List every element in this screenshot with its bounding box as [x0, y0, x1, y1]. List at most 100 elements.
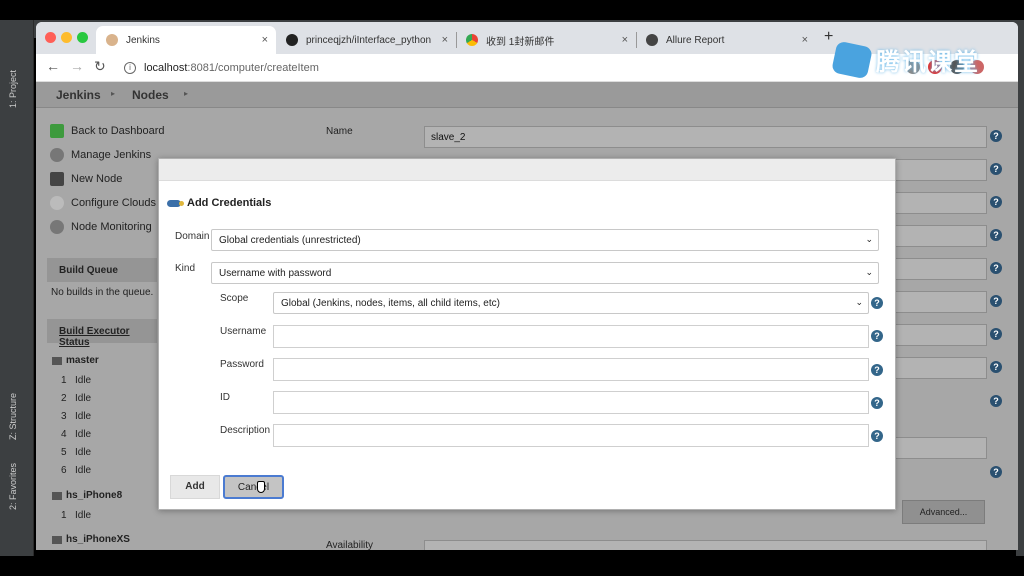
tab-label: Jenkins: [126, 34, 160, 46]
forward-arrow-icon[interactable]: →: [70, 58, 84, 74]
cancel-button[interactable]: Cancel: [223, 475, 284, 499]
sidebar-item-node-monitoring[interactable]: Node Monitoring: [50, 220, 152, 234]
executor-node-hs-iphonexs[interactable]: hs_iPhoneXS: [52, 534, 130, 545]
breadcrumb-nodes[interactable]: Nodes: [132, 88, 169, 102]
new-tab-button[interactable]: +: [824, 28, 833, 46]
scope-select[interactable]: Global (Jenkins, nodes, items, all child…: [273, 292, 869, 314]
watermark-text: 腾讯课堂: [876, 49, 980, 76]
back-arrow-icon[interactable]: ←: [46, 58, 60, 74]
executor-number: 2: [61, 393, 67, 404]
add-credentials-dialog: Add Credentials Domain Global credential…: [158, 158, 896, 510]
breadcrumb-separator: ▸: [184, 89, 189, 98]
tab-github[interactable]: princeqjzh/iInterface_python ×: [276, 26, 456, 54]
sidebar-item-back-to-dashboard[interactable]: Back to Dashboard: [50, 124, 165, 138]
password-label: Password: [220, 359, 264, 370]
password-field[interactable]: [273, 358, 869, 381]
breadcrumb-jenkins[interactable]: Jenkins: [56, 88, 101, 102]
build-queue-header[interactable]: Build Queue: [47, 258, 157, 282]
mouse-cursor-icon: [257, 481, 265, 493]
tencent-classroom-logo-icon: [831, 40, 873, 79]
domain-selected-value: Global credentials (unrestricted): [219, 235, 361, 246]
watermark: 腾讯课堂: [831, 40, 980, 79]
sidebar-item-configure-clouds[interactable]: Configure Clouds: [50, 196, 156, 210]
sidebar-item-new-node[interactable]: New Node: [50, 172, 122, 186]
sidebar-item-label: Configure Clouds: [71, 197, 156, 209]
executor-row: 2 Idle: [61, 393, 92, 404]
executor-row: 4 Idle: [61, 429, 91, 440]
sidebar-item-label: Back to Dashboard: [71, 125, 165, 137]
tab-jenkins[interactable]: Jenkins ×: [96, 26, 276, 54]
help-icon[interactable]: ?: [990, 130, 1002, 142]
browser-window: Jenkins × princeqjzh/iInterface_python ×…: [36, 22, 1018, 550]
close-tab-icon[interactable]: ×: [262, 34, 268, 46]
executor-number: 1: [61, 375, 67, 386]
ide-tab-structure[interactable]: Z: Structure: [8, 393, 18, 440]
breadcrumb-separator: ▸: [111, 89, 116, 98]
dialog-title: Add Credentials: [167, 197, 271, 209]
close-tab-icon[interactable]: ×: [442, 34, 448, 46]
sidebar-item-manage-jenkins[interactable]: Manage Jenkins: [50, 148, 151, 162]
help-icon[interactable]: ?: [990, 229, 1002, 241]
executor-node-master[interactable]: master: [52, 355, 99, 366]
kind-selected-value: Username with password: [219, 268, 332, 279]
executor-state: Idle: [75, 411, 92, 422]
executor-node-hs-iphone8[interactable]: hs_iPhone8: [52, 490, 122, 501]
credential-description-field[interactable]: [273, 424, 869, 447]
domain-label: Domain: [175, 231, 210, 242]
help-icon[interactable]: ?: [990, 295, 1002, 307]
help-icon[interactable]: ?: [990, 196, 1002, 208]
username-field[interactable]: [273, 325, 869, 348]
sidebar-item-label: Node Monitoring: [71, 221, 152, 233]
minimize-window-icon[interactable]: [61, 32, 72, 43]
executor-status-header[interactable]: Build Executor Status: [47, 319, 157, 348]
computer-icon: [52, 356, 62, 365]
help-icon[interactable]: ?: [990, 328, 1002, 340]
reload-icon[interactable]: ↻: [94, 58, 106, 75]
tab-label: princeqjzh/iInterface_python: [306, 34, 432, 46]
jenkins-favicon-icon: [106, 34, 118, 46]
up-arrow-icon: [50, 124, 64, 138]
computer-icon: [52, 491, 62, 500]
dialog-title-text: Add Credentials: [187, 197, 272, 209]
help-icon[interactable]: ?: [990, 361, 1002, 373]
url-host: localhost: [144, 62, 188, 74]
help-icon[interactable]: ?: [871, 364, 883, 376]
executor-state: Idle: [75, 393, 92, 404]
site-info-icon[interactable]: i: [124, 62, 136, 74]
close-tab-icon[interactable]: ×: [802, 34, 808, 46]
url-path: :8081/computer/createItem: [187, 62, 319, 74]
kind-select[interactable]: Username with password ⌄: [211, 262, 879, 284]
domain-select[interactable]: Global credentials (unrestricted) ⌄: [211, 229, 879, 251]
tab-mail[interactable]: 收到 1封新邮件 ×: [456, 26, 636, 54]
ide-tab-favorites[interactable]: 2: Favorites: [8, 463, 18, 510]
executor-number: 3: [61, 411, 67, 422]
chrome-favicon-icon: [466, 34, 478, 46]
maximize-window-icon[interactable]: [77, 32, 88, 43]
name-field[interactable]: slave_2: [424, 126, 987, 148]
id-field[interactable]: [273, 391, 869, 414]
help-icon[interactable]: ?: [871, 297, 883, 309]
executor-row: 5 Idle: [61, 447, 91, 458]
availability-select[interactable]: [424, 540, 987, 550]
advanced-button[interactable]: Advanced...: [902, 500, 985, 524]
tab-allure[interactable]: Allure Report ×: [636, 26, 816, 54]
help-icon[interactable]: ?: [990, 395, 1002, 407]
add-button[interactable]: Add: [170, 475, 220, 499]
help-icon[interactable]: ?: [871, 397, 883, 409]
executor-number: 4: [61, 429, 67, 440]
gear-icon: [50, 220, 64, 234]
scope-label: Scope: [220, 293, 249, 304]
executor-number: 6: [61, 465, 67, 476]
help-icon[interactable]: ?: [990, 262, 1002, 274]
address-bar[interactable]: i localhost:8081/computer/createItem: [124, 57, 319, 79]
ide-tab-project[interactable]: 1: Project: [8, 70, 18, 108]
close-window-icon[interactable]: [45, 32, 56, 43]
executor-number: 5: [61, 447, 67, 458]
kind-label: Kind: [175, 263, 196, 274]
close-tab-icon[interactable]: ×: [622, 34, 628, 46]
help-icon[interactable]: ?: [990, 466, 1002, 478]
username-label: Username: [220, 326, 267, 337]
help-icon[interactable]: ?: [871, 330, 883, 342]
help-icon[interactable]: ?: [990, 163, 1002, 175]
help-icon[interactable]: ?: [871, 430, 883, 442]
